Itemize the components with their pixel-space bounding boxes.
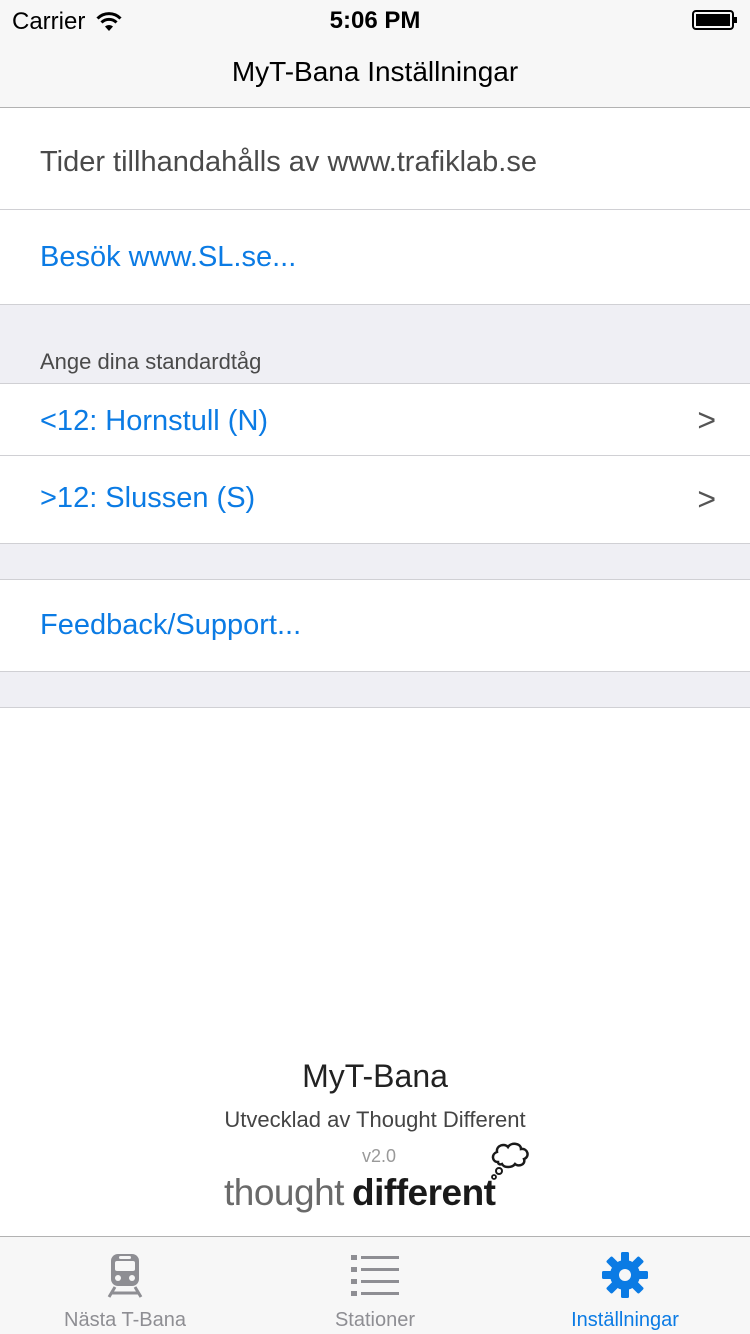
tab-next-train[interactable]: Nästa T-Bana <box>0 1237 250 1334</box>
status-time: 5:06 PM <box>329 7 421 34</box>
logo-word-different: different <box>352 1172 496 1213</box>
info-row: Tider tillhandahålls av www.trafiklab.se <box>0 108 750 210</box>
visit-sl-link[interactable]: Besök www.SL.se... <box>40 241 296 274</box>
thought-different-logo: thought different <box>224 1140 534 1218</box>
info-text: Tider tillhandahålls av www.trafiklab.se <box>40 146 537 178</box>
tab-label-settings: Inställningar <box>571 1309 679 1331</box>
page-title: MyT-Bana Inställningar <box>231 56 519 87</box>
gear-icon <box>602 1252 648 1298</box>
feedback-support-link[interactable]: Feedback/Support... <box>40 609 301 642</box>
default-train-after-12-label: >12: Slussen (S) <box>40 482 256 514</box>
tab-bar: Nästa T-Bana Stationer Inställningar <box>0 1236 750 1334</box>
train-icon <box>107 1254 143 1298</box>
feedback-row[interactable]: Feedback/Support... <box>0 580 750 672</box>
section-header: Ange dina standardtåg <box>40 349 262 374</box>
default-train-before-12-label: <12: Hornstull (N) <box>40 405 269 437</box>
thought-bubble-icon <box>491 1142 529 1180</box>
footer-developer: Utvecklad av Thought Different <box>224 1107 526 1132</box>
navigation-bar: MyT-Bana Inställningar <box>0 40 750 108</box>
tab-label-stations: Stationer <box>334 1309 416 1331</box>
footer-app-name: MyT-Bana <box>302 1058 448 1094</box>
chevron-right-icon: > <box>697 481 716 517</box>
battery-icon <box>692 10 737 30</box>
visit-sl-row[interactable]: Besök www.SL.se... <box>0 210 750 305</box>
chevron-right-icon: > <box>697 402 716 438</box>
logo-word-thought: thought <box>224 1172 344 1213</box>
status-bar: Carrier 5:06 PM <box>0 0 750 40</box>
tab-settings[interactable]: Inställningar <box>500 1237 750 1334</box>
tab-stations[interactable]: Stationer <box>250 1237 500 1334</box>
default-train-before-12-row[interactable]: <12: Hornstull (N) > <box>0 384 750 456</box>
tab-label-next-train: Nästa T-Bana <box>64 1309 186 1331</box>
default-train-after-12-row[interactable]: >12: Slussen (S) > <box>0 456 750 544</box>
list-icon <box>351 1255 399 1296</box>
